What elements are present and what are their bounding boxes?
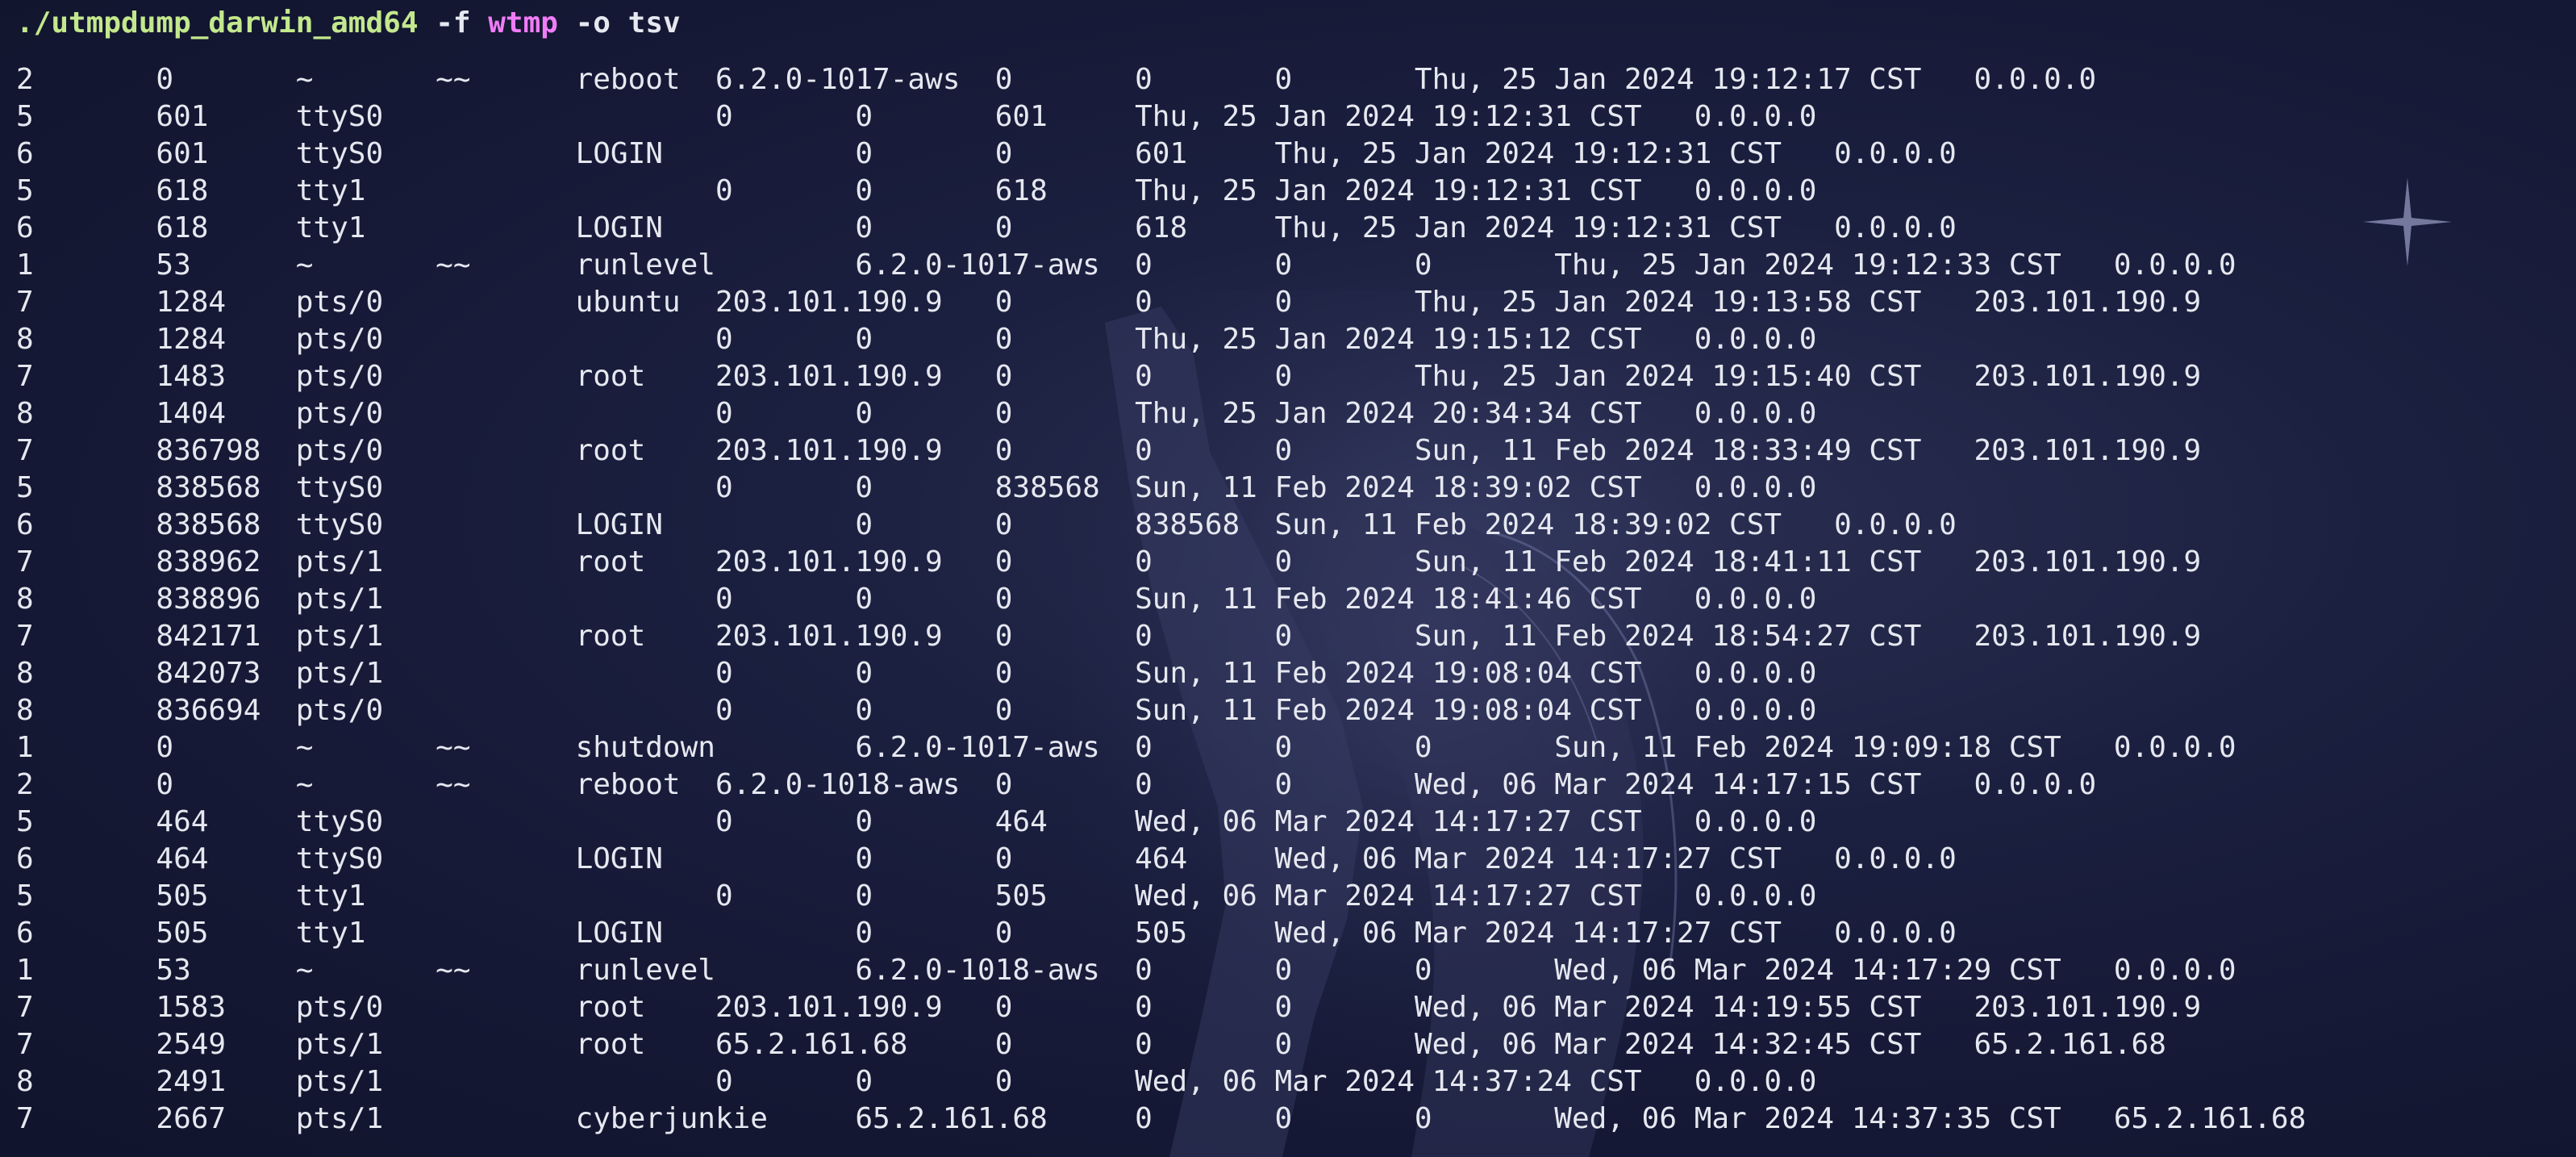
output-row: 5 464 ttyS0 0 0 464 Wed, 06 Mar 2024 14:… (16, 805, 1817, 838)
output-row: 8 838896 pts/1 0 0 0 Sun, 11 Feb 2024 18… (16, 583, 1817, 616)
output-row: 6 464 ttyS0 LOGIN 0 0 464 Wed, 06 Mar 20… (16, 842, 1957, 875)
output-row: 8 836694 pts/0 0 0 0 Sun, 11 Feb 2024 19… (16, 694, 1817, 727)
output-row: 6 505 tty1 LOGIN 0 0 505 Wed, 06 Mar 202… (16, 917, 1957, 950)
output-row: 1 53 ~ ~~ runlevel 6.2.0-1018-aws 0 0 0 … (16, 954, 2236, 987)
output-row: 8 2491 pts/1 0 0 0 Wed, 06 Mar 2024 14:3… (16, 1065, 1817, 1098)
output-flag: -o (575, 6, 611, 40)
output-row: 7 838962 pts/1 root 203.101.190.9 0 0 0 … (16, 545, 2202, 578)
output-row: 1 0 ~ ~~ shutdown 6.2.0-1017-aws 0 0 0 S… (16, 731, 2236, 764)
output-row: 6 838568 ttyS0 LOGIN 0 0 838568 Sun, 11 … (16, 508, 1957, 541)
output-row: 5 618 tty1 0 0 618 Thu, 25 Jan 2024 19:1… (16, 174, 1817, 207)
output-rows: 2 0 ~ ~~ reboot 6.2.0-1017-aws 0 0 0 Thu… (16, 61, 2557, 1138)
output-row: 8 1284 pts/0 0 0 0 Thu, 25 Jan 2024 19:1… (16, 323, 1817, 356)
output-row: 8 1404 pts/0 0 0 0 Thu, 25 Jan 2024 20:3… (16, 397, 1817, 430)
output-row: 7 1284 pts/0 ubuntu 203.101.190.9 0 0 0 … (16, 286, 2202, 319)
output-argument: tsv (627, 6, 681, 40)
output-row: 7 836798 pts/0 root 203.101.190.9 0 0 0 … (16, 434, 2202, 467)
terminal-window[interactable]: ./utmpdump_darwin_amd64 -f wtmp -o tsv 2… (0, 0, 2576, 1157)
output-row: 6 618 tty1 LOGIN 0 0 618 Thu, 25 Jan 202… (16, 211, 1957, 244)
output-row: 7 1483 pts/0 root 203.101.190.9 0 0 0 Th… (16, 360, 2202, 393)
output-row: 2 0 ~ ~~ reboot 6.2.0-1018-aws 0 0 0 Wed… (16, 768, 2097, 801)
output-row: 5 838568 ttyS0 0 0 838568 Sun, 11 Feb 20… (16, 471, 1817, 504)
command-name: ./utmpdump_darwin_amd64 (16, 6, 419, 40)
output-row: 8 842073 pts/1 0 0 0 Sun, 11 Feb 2024 19… (16, 657, 1817, 690)
output-row: 7 1583 pts/0 root 203.101.190.9 0 0 0 We… (16, 991, 2202, 1024)
format-argument: wtmp (488, 6, 558, 40)
output-row: 7 2549 pts/1 root 65.2.161.68 0 0 0 Wed,… (16, 1028, 2166, 1061)
output-row: 5 601 ttyS0 0 0 601 Thu, 25 Jan 2024 19:… (16, 100, 1817, 133)
output-row: 7 842171 pts/1 root 203.101.190.9 0 0 0 … (16, 620, 2202, 653)
output-row: 1 53 ~ ~~ runlevel 6.2.0-1017-aws 0 0 0 … (16, 249, 2236, 282)
output-row: 7 2667 pts/1 cyberjunkie 65.2.161.68 0 0… (16, 1102, 2307, 1135)
format-flag: -f (436, 6, 471, 40)
output-row: 5 505 tty1 0 0 505 Wed, 06 Mar 2024 14:1… (16, 879, 1817, 913)
command-prompt-line: ./utmpdump_darwin_amd64 -f wtmp -o tsv (16, 5, 681, 42)
output-row: 2 0 ~ ~~ reboot 6.2.0-1017-aws 0 0 0 Thu… (16, 63, 2097, 96)
output-row: 6 601 ttyS0 LOGIN 0 0 601 Thu, 25 Jan 20… (16, 137, 1957, 170)
